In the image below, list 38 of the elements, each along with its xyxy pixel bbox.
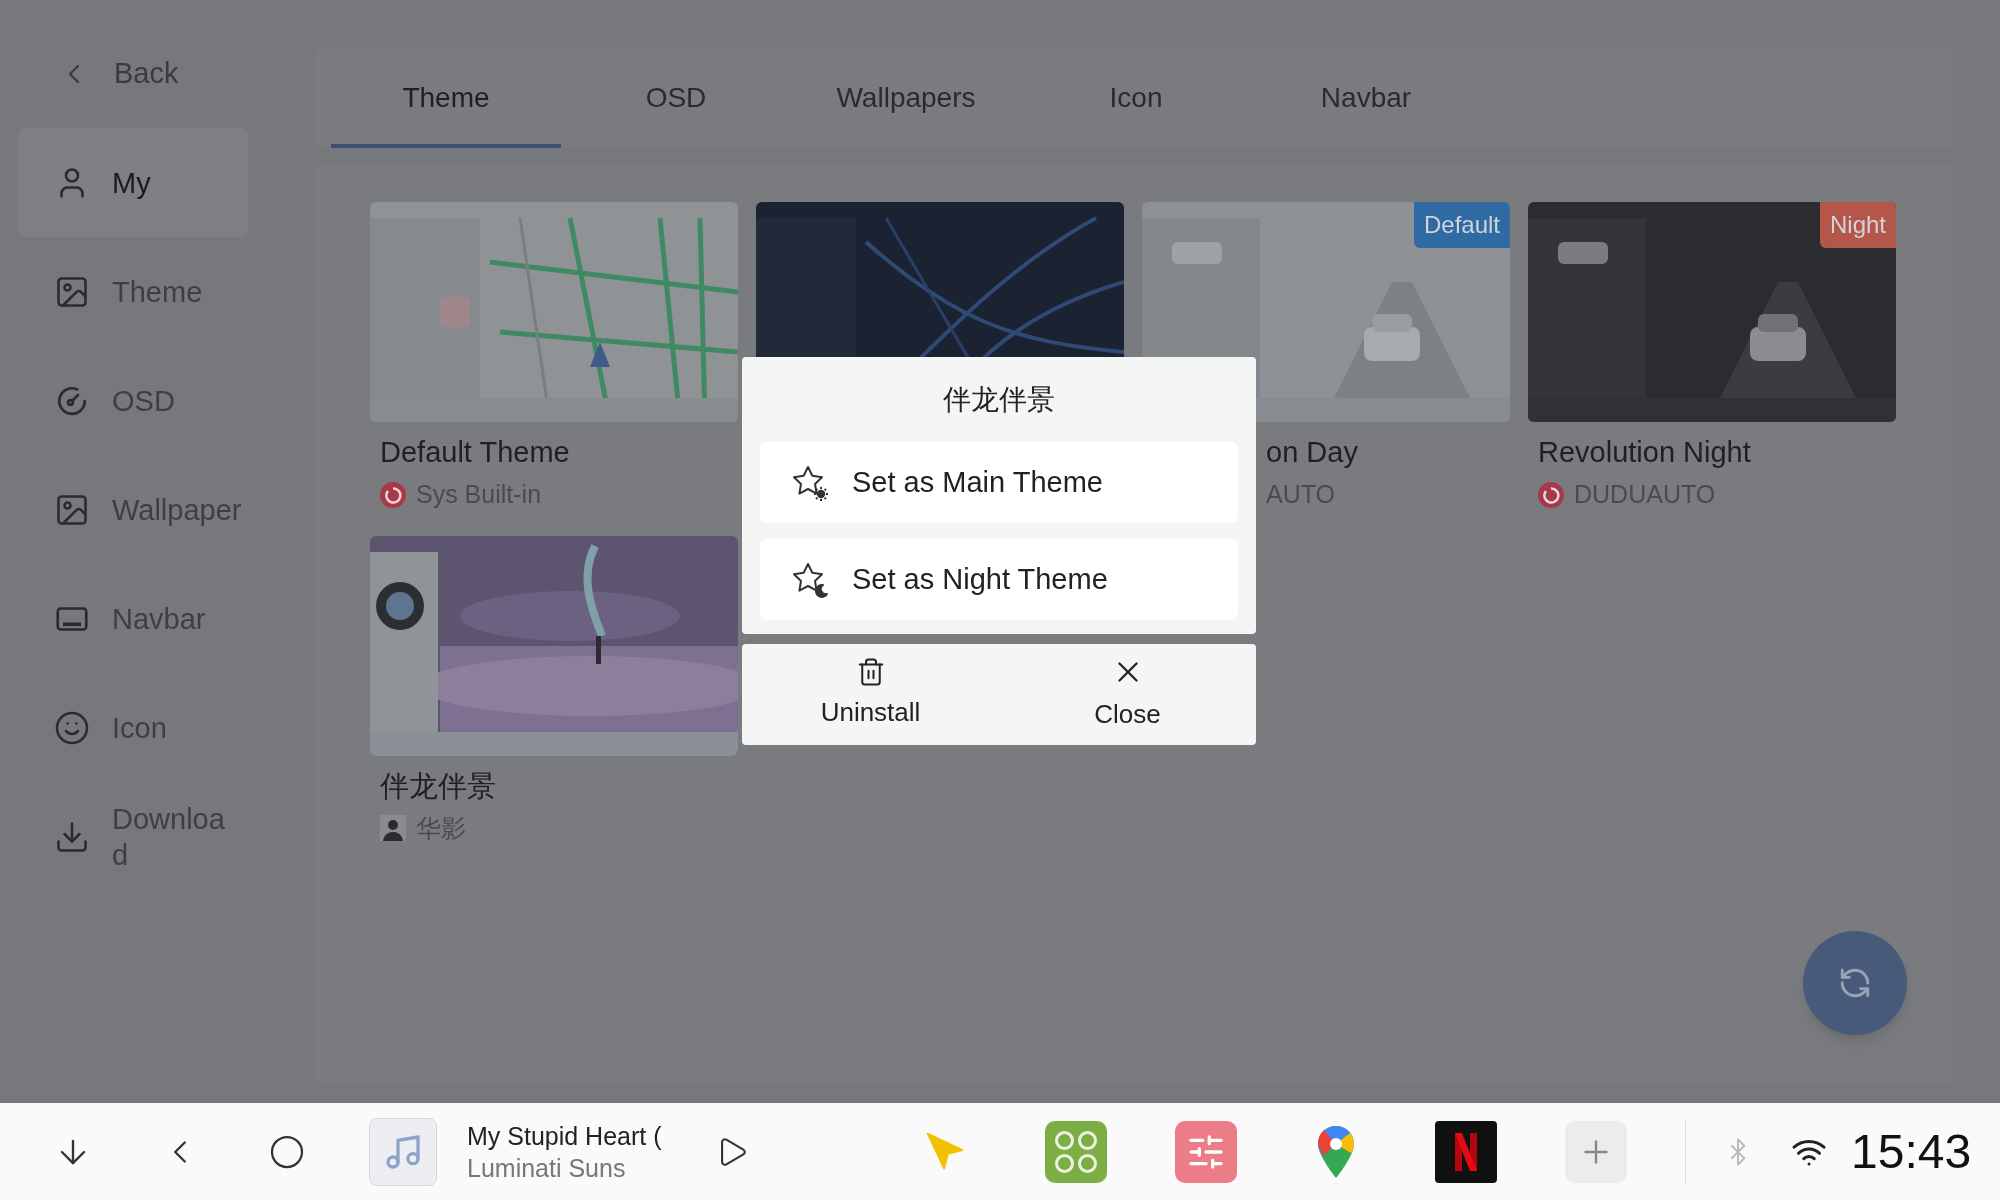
song-artist: Luminati Suns [467, 1152, 627, 1184]
home-icon [269, 1133, 305, 1170]
smile-icon [54, 709, 90, 746]
logo-icon [1538, 481, 1564, 508]
theme-title: 伴龙伴景 [380, 768, 496, 804]
sidebar-item[interactable]: My [18, 128, 248, 237]
theme-title: Default Theme [380, 435, 570, 470]
back-button[interactable]: Back [0, 48, 314, 100]
logo-icon [380, 481, 406, 508]
theme-badge: Default [1413, 202, 1510, 248]
map-pin-icon[interactable] [1316, 1123, 1356, 1180]
dialog-option[interactable]: Set as Night Theme [760, 539, 1238, 620]
tab[interactable]: Theme [331, 60, 561, 148]
sidebar-item[interactable]: OSD [18, 346, 248, 455]
sidebar-item[interactable]: Wallpaper [18, 455, 248, 564]
song-title: My Stupid Heart ( [467, 1120, 663, 1152]
sidebar-item[interactable]: Navbar [18, 564, 248, 673]
equalizer-app-icon[interactable] [1175, 1120, 1237, 1183]
sidebar-item[interactable]: Theme [18, 237, 248, 346]
tab[interactable]: Wallpapers [791, 60, 1021, 148]
theme-title: Revolution Night [1538, 435, 1751, 470]
apps-icon[interactable] [1045, 1120, 1107, 1183]
dialog-title: 伴龙伴景 [943, 382, 1055, 417]
close-button[interactable]: Close [999, 644, 1256, 745]
streaming-app-icon[interactable] [1435, 1120, 1497, 1183]
sidebar-item[interactable]: Download [18, 782, 248, 891]
sidebar-item[interactable]: Icon [18, 673, 248, 782]
dialog-option[interactable]: Set as Main Theme [760, 442, 1238, 523]
avatar-icon [380, 815, 406, 842]
theme-title: on Day [1266, 435, 1358, 470]
clock: 15:43 [1851, 1123, 1972, 1180]
refresh-icon [1838, 966, 1872, 1000]
tab[interactable]: OSD [561, 60, 791, 148]
tab[interactable]: Navbar [1251, 60, 1481, 148]
theme-badge: Night [1819, 202, 1896, 248]
uninstall-button[interactable]: Uninstall [742, 644, 999, 745]
tab[interactable]: Icon [1021, 60, 1251, 148]
add-button[interactable] [1565, 1120, 1627, 1183]
